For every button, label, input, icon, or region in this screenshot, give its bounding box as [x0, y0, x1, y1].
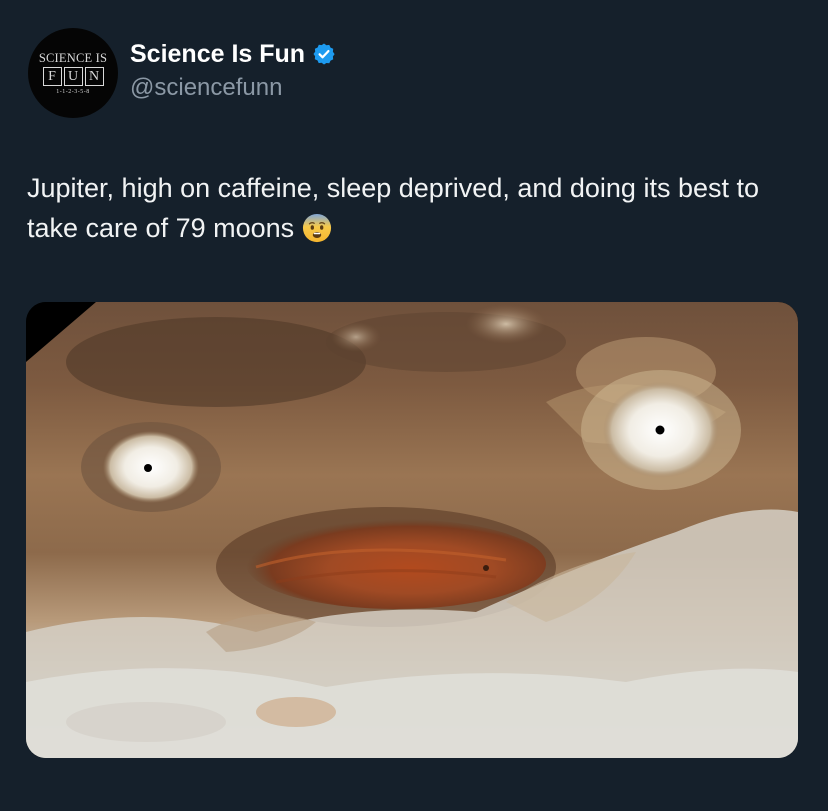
avatar-logo-letters: F U N — [42, 66, 105, 86]
jupiter-face-image — [26, 302, 798, 758]
verified-badge-icon — [313, 43, 335, 65]
avatar-logo-line3: 1-1-2-3-5-8 — [56, 88, 90, 95]
tweet-text: Jupiter, high on caffeine, sleep deprive… — [27, 168, 797, 248]
avatar-logo-letter: U — [63, 66, 83, 86]
account-handle[interactable]: @sciencefunn — [130, 73, 336, 103]
tweet-card: SCIENCE IS F U N 1-1-2-3-5-8 Science Is … — [0, 0, 828, 811]
display-name[interactable]: Science Is Fun — [130, 39, 305, 69]
avatar-logo-line1: SCIENCE IS — [38, 50, 108, 65]
avatar[interactable]: SCIENCE IS F U N 1-1-2-3-5-8 — [28, 28, 118, 118]
tweet-header: SCIENCE IS F U N 1-1-2-3-5-8 Science Is … — [28, 28, 336, 118]
avatar-logo-letter: N — [84, 66, 104, 86]
account-names: Science Is Fun @sciencefunn — [130, 39, 336, 103]
avatar-logo-letter: F — [42, 66, 62, 86]
tweet-text-content: Jupiter, high on caffeine, sleep deprive… — [27, 173, 760, 243]
tweet-media[interactable] — [26, 302, 798, 758]
display-name-row: Science Is Fun — [130, 39, 336, 69]
fearful-face-emoji-icon — [303, 213, 332, 243]
